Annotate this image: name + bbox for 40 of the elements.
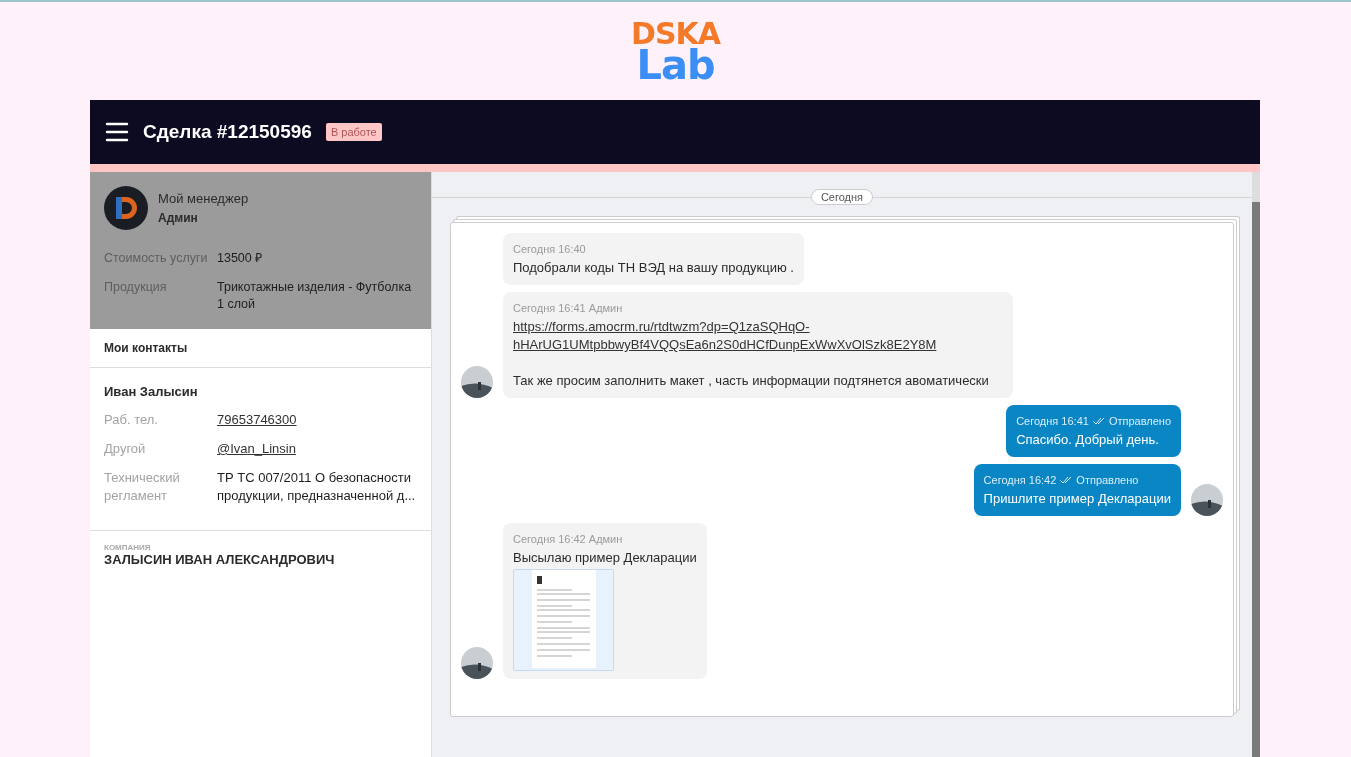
deal-title: Сделка #12150596 [143, 121, 312, 143]
double-check-icon [1060, 476, 1073, 484]
message-time: Сегодня 16:41 [1016, 414, 1089, 429]
message-time: Сегодня 16:42 [983, 473, 1057, 488]
status-badge: В работе [325, 123, 382, 141]
field-value: Трикотажные изделия - Футболка 1 слой [217, 279, 413, 313]
contact-name: Иван Залысин [104, 384, 199, 399]
message-status: Отправлено [1108, 414, 1171, 429]
message-time: Сегодня 16:40 [513, 242, 587, 257]
company-label: КОМПАНИЯ [104, 543, 152, 552]
menu-icon[interactable] [105, 122, 129, 142]
message-time: Сегодня 16:41 Админ [513, 301, 624, 316]
manager-name: Админ [158, 211, 199, 225]
contact-link[interactable]: 79653746300 [217, 412, 297, 427]
manager-logo-icon [104, 186, 148, 230]
contact-link[interactable]: @Ivan_Linsin [217, 441, 296, 456]
document-thumbnail[interactable] [513, 569, 614, 671]
message-text: Так же просим заполнить макет , часть информации подтянется авоматически [513, 372, 990, 390]
double-check-icon [1092, 417, 1105, 425]
logo-text: Lab [636, 46, 715, 83]
field-label: Технический регламент [104, 469, 181, 505]
field-label: Стоимость услуги [104, 250, 209, 267]
field-value: ТР ТС 007/2011 О безопасности продукции, предназначенной д... [217, 469, 417, 505]
logo-text: DSKA [631, 19, 720, 47]
message-status: Отправлено [1076, 473, 1139, 488]
field-value: 13500 ₽ [217, 250, 264, 267]
message-text: Высылаю пример Декларации [513, 549, 697, 567]
message-text: Пришлите пример Декларации [983, 490, 1171, 508]
section-title: Мои контакты [90, 329, 431, 368]
message-time: Сегодня 16:42 Админ [513, 532, 624, 547]
field-label: Другой [104, 440, 147, 458]
form-link[interactable]: https://forms.amocrm.ru/rtdtwzm?dp=Q1zaSQHqO-hHArUG1UMtpbbwyBf4VQQsEa6n2S0dHCfDunpExWwXvOlSzk8E2Y8M [513, 318, 1003, 354]
company-name: ЗАЛЫСИН ИВАН АЛЕКСАНДРОВИЧ [104, 552, 336, 567]
date-divider: Сегодня [810, 189, 874, 205]
scrollbar[interactable] [1252, 172, 1260, 757]
message-text: Подобрали коды ТН ВЭД на вашу продукцию . [513, 259, 794, 277]
manager-label: Мой менеджер [158, 191, 249, 206]
field-label: Продукция [104, 279, 168, 296]
message-text: Спасибо. Добрый день. [1016, 431, 1160, 449]
field-label: Раб. тел. [104, 411, 159, 429]
